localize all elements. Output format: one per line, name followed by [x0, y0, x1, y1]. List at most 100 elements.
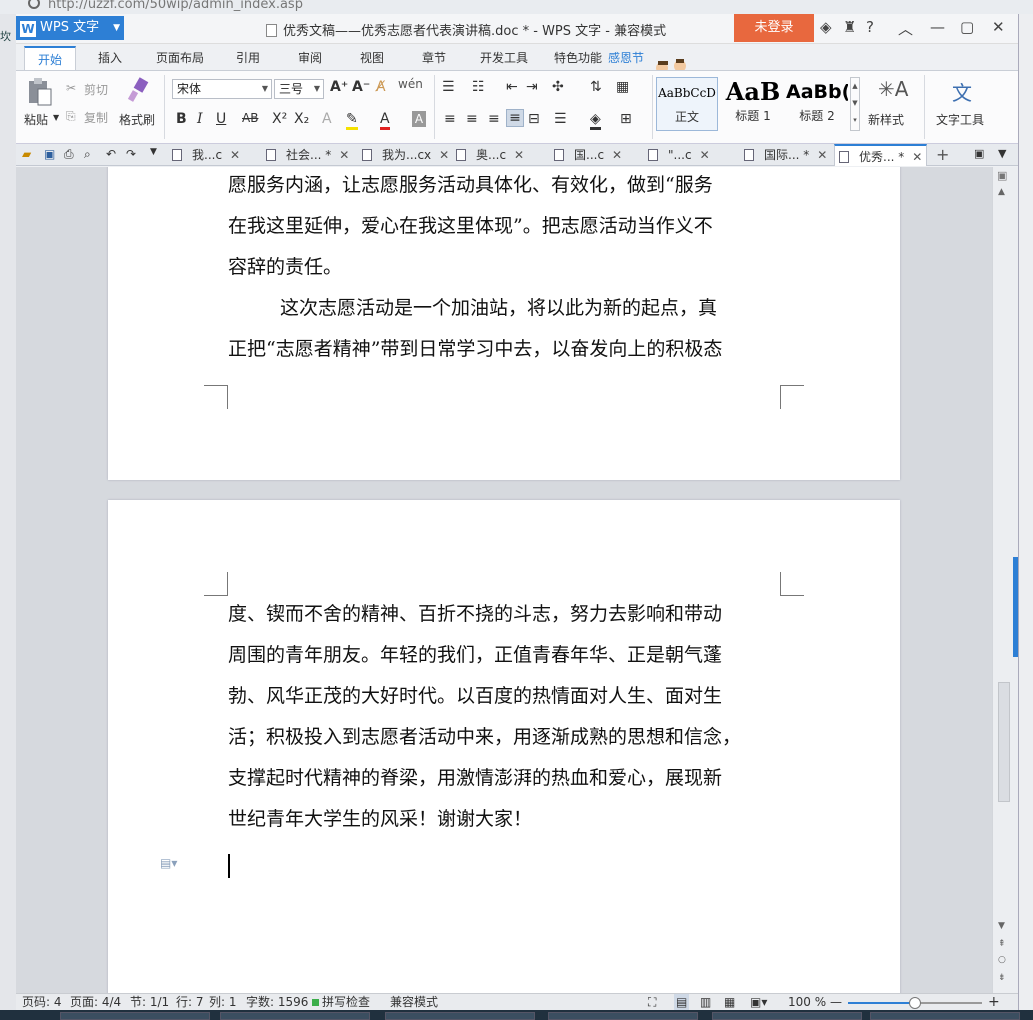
align-center-icon[interactable]: ≡: [466, 111, 478, 127]
status-page-code[interactable]: 页码: 4: [22, 994, 62, 1010]
style-normal[interactable]: AaBbCcD 正文: [656, 77, 718, 131]
style-heading-1[interactable]: AaB 标题 1: [722, 77, 784, 131]
doc-tab[interactable]: 我为...cx ✕: [362, 144, 449, 166]
scroll-down-icon[interactable]: ▼: [998, 921, 1005, 931]
open-folder-icon[interactable]: ▰: [22, 147, 31, 161]
close-icon[interactable]: ✕: [817, 148, 827, 162]
shirt-icon[interactable]: ♜: [843, 18, 856, 36]
chinese-layout-icon[interactable]: ✣: [552, 79, 564, 95]
numbered-list-icon[interactable]: ☷: [472, 79, 485, 95]
paragraph-menu-icon[interactable]: ▤▾: [160, 856, 177, 870]
pinyin-guide-icon[interactable]: wén: [398, 77, 423, 91]
close-icon[interactable]: ✕: [514, 148, 524, 162]
new-style-button[interactable]: 新样式: [868, 111, 904, 128]
page3-text[interactable]: 愿服务内涵，让志愿服务活动具体化、有效化，做到“服务 在我这里延伸，爱心在我这里…: [228, 167, 788, 370]
wps-menu-button[interactable]: W WPS 文字 ▼: [16, 16, 124, 40]
superscript-icon[interactable]: X²: [272, 111, 287, 127]
web-view-icon[interactable]: ▣▾: [750, 994, 767, 1010]
scroll-top-icon[interactable]: ▣: [997, 169, 1007, 182]
redo-icon[interactable]: ↷: [126, 147, 136, 161]
zoom-slider-knob[interactable]: [909, 997, 921, 1009]
decrease-indent-icon[interactable]: ⇤: [506, 79, 518, 95]
tab-view[interactable]: 视图: [352, 46, 392, 70]
tab-page-layout[interactable]: 页面布局: [150, 46, 210, 70]
new-style-icon[interactable]: ✳A: [878, 77, 908, 101]
italic-icon[interactable]: I: [197, 111, 203, 127]
zoom-level[interactable]: 100 %: [788, 994, 826, 1010]
text-effect-icon[interactable]: A: [322, 111, 332, 127]
tab-features[interactable]: 特色功能: [550, 46, 606, 70]
close-icon[interactable]: ✕: [912, 150, 922, 164]
full-screen-icon[interactable]: ⛶: [648, 994, 656, 1010]
login-button[interactable]: 未登录: [734, 14, 814, 42]
page4-text[interactable]: 度、锲而不舍的精神、百折不挠的斗志，努力去影响和带动 周围的青年朋友。年轻的我们…: [228, 594, 788, 840]
document-page-4[interactable]: 度、锲而不舍的精神、百折不挠的斗志，努力去影响和带动 周围的青年朋友。年轻的我们…: [108, 500, 900, 993]
taskbar-item[interactable]: [385, 1012, 535, 1020]
grow-font-icon[interactable]: A⁺: [330, 79, 348, 95]
close-icon[interactable]: ✕: [230, 148, 240, 162]
taskbar-item[interactable]: [712, 1012, 862, 1020]
tab-list-icon[interactable]: ▣: [974, 147, 984, 160]
doc-tab[interactable]: "...c ✕: [648, 144, 710, 166]
next-page-icon[interactable]: ⇟: [998, 973, 1006, 983]
tab-home[interactable]: 开始: [24, 46, 76, 70]
tab-chapter[interactable]: 章节: [414, 46, 454, 70]
font-name-select[interactable]: 宋体 ▼: [172, 79, 272, 99]
justify-icon[interactable]: ≡: [506, 109, 524, 127]
minimize-icon[interactable]: —: [930, 18, 945, 36]
zoom-in-icon[interactable]: +: [988, 994, 1000, 1010]
scissors-icon[interactable]: ✂: [66, 81, 76, 95]
align-left-icon[interactable]: ≡: [444, 111, 456, 127]
collapse-ribbon-icon[interactable]: ︿: [898, 18, 913, 39]
save-icon[interactable]: ▣: [44, 147, 55, 161]
print-preview-icon[interactable]: ⌕: [84, 147, 91, 162]
vertical-scrollbar[interactable]: ▣ ▲ ▼ ⇞ ○ ⇟: [992, 167, 1018, 993]
close-icon[interactable]: ✕: [339, 148, 349, 162]
styles-scroll[interactable]: ▲ ▼ ▾: [850, 77, 860, 131]
copy-button[interactable]: 复制: [84, 109, 108, 126]
doc-tab[interactable]: 国际... * ✕: [744, 144, 827, 166]
close-icon[interactable]: ✕: [700, 148, 710, 162]
paste-button[interactable]: 粘贴: [24, 111, 48, 128]
table-borders-icon[interactable]: ▦: [616, 79, 629, 95]
scroll-up-icon[interactable]: ▲: [998, 187, 1005, 197]
skin-icon[interactable]: ◈: [820, 18, 832, 36]
spell-check-toggle[interactable]: 拼写检查: [312, 994, 370, 1010]
chevron-down-icon[interactable]: ▼: [314, 80, 320, 98]
doc-tab-active[interactable]: 优秀... * ✕: [834, 144, 928, 166]
maximize-icon[interactable]: ▢: [960, 18, 974, 36]
font-size-select[interactable]: 三号 ▼: [274, 79, 324, 99]
distributed-align-icon[interactable]: ⊟: [528, 111, 540, 127]
status-word-count[interactable]: 字数: 1596: [246, 994, 308, 1010]
bullet-list-icon[interactable]: ☰: [442, 79, 455, 95]
close-icon[interactable]: ✕: [439, 148, 449, 162]
clear-format-icon[interactable]: A̸: [376, 79, 386, 95]
status-pages[interactable]: 页面: 4/4: [70, 994, 121, 1010]
subscript-icon[interactable]: X₂: [294, 111, 309, 127]
chevron-down-icon[interactable]: ▼: [150, 147, 157, 157]
text-tools-button[interactable]: 文字工具: [936, 111, 984, 128]
page-view-icon[interactable]: ▤: [674, 994, 690, 1010]
format-painter-icon[interactable]: [126, 77, 150, 103]
previous-page-icon[interactable]: ⇞: [998, 939, 1006, 949]
align-right-icon[interactable]: ≡: [488, 111, 500, 127]
browse-object-icon[interactable]: ○: [998, 955, 1006, 965]
format-painter-button[interactable]: 格式刷: [119, 111, 155, 128]
doc-tab[interactable]: 我...c ✕: [172, 144, 240, 166]
zoom-out-icon[interactable]: —: [830, 994, 842, 1010]
taskbar-item[interactable]: [870, 1012, 1020, 1020]
character-shading-icon[interactable]: A: [412, 111, 426, 127]
increase-indent-icon[interactable]: ⇥: [526, 79, 538, 95]
borders-icon[interactable]: ⊞: [620, 111, 632, 127]
close-icon[interactable]: ✕: [612, 148, 622, 162]
tab-review[interactable]: 审阅: [290, 46, 330, 70]
print-icon[interactable]: ⎙: [64, 147, 74, 162]
tab-developer[interactable]: 开发工具: [474, 46, 534, 70]
underline-icon[interactable]: U: [216, 111, 226, 127]
strikethrough-icon[interactable]: AB: [242, 111, 258, 125]
paste-icon[interactable]: [26, 77, 52, 107]
chevron-down-icon[interactable]: ▼: [262, 80, 268, 98]
tab-references[interactable]: 引用: [228, 46, 268, 70]
close-icon[interactable]: ✕: [992, 18, 1005, 36]
highlight-icon[interactable]: ✎: [346, 111, 358, 130]
